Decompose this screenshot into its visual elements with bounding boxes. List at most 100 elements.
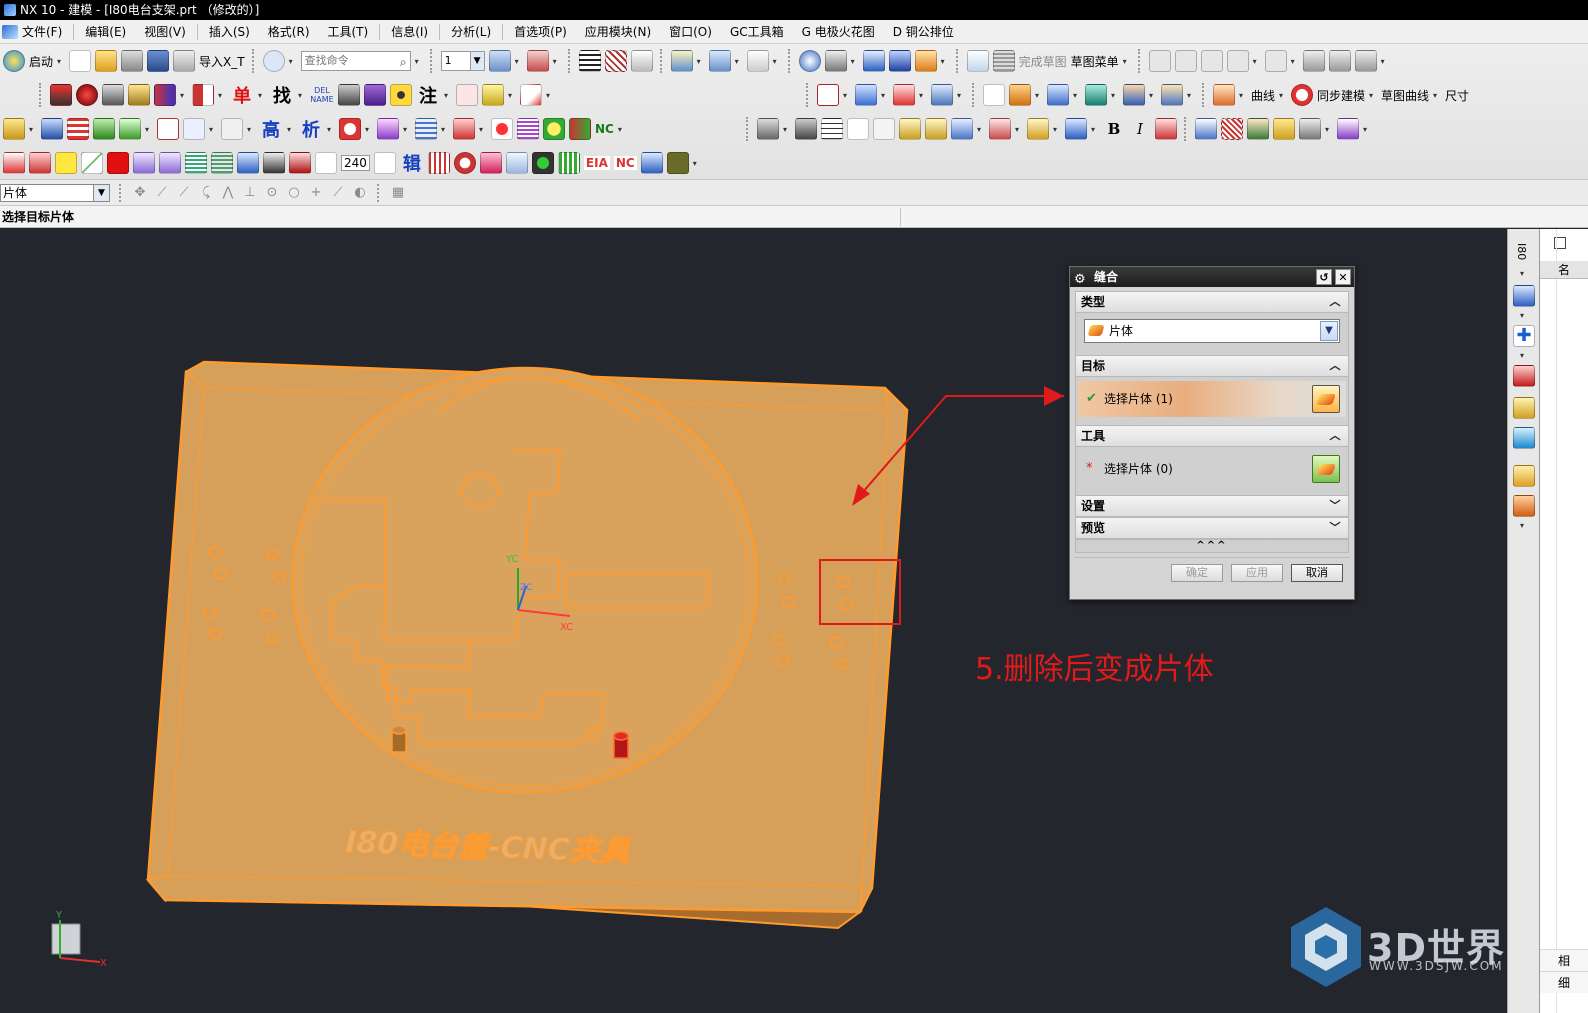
curve-button[interactable]: 曲线 xyxy=(1251,87,1275,104)
italic-button[interactable]: I xyxy=(1129,120,1151,138)
folder-icon[interactable] xyxy=(1273,118,1295,140)
sync-modeling-button[interactable]: 同步建模 xyxy=(1317,87,1365,104)
del-name-button[interactable]: DEL NAME xyxy=(310,86,334,104)
yellow-square-icon[interactable] xyxy=(55,152,77,174)
work-layer-select[interactable]: 1 ▼ xyxy=(440,51,485,71)
table-icon[interactable] xyxy=(821,118,843,140)
note-glyph-button[interactable]: 注 xyxy=(416,82,440,108)
finish-sketch-icon[interactable] xyxy=(992,50,1015,72)
diamond-icon[interactable] xyxy=(893,84,915,106)
gray-cube-icon[interactable] xyxy=(102,84,124,106)
basket-icon[interactable] xyxy=(453,118,475,140)
circular-pocket[interactable] xyxy=(291,366,759,794)
chevron-down-icon[interactable]: ▾ xyxy=(289,57,297,66)
chevron-down-icon[interactable]: ▾ xyxy=(415,57,423,66)
chevron-down-icon[interactable]: ▾ xyxy=(218,91,226,100)
menu-application[interactable]: 应用模块(N) xyxy=(576,20,660,44)
target-section-header[interactable]: 目标 ︿ xyxy=(1075,355,1349,377)
toolbar-grip[interactable] xyxy=(806,83,810,107)
red-text-box-icon[interactable] xyxy=(29,152,51,174)
hatch-grid-icon[interactable] xyxy=(604,50,627,72)
save-icon[interactable] xyxy=(147,50,170,72)
face-icon[interactable] xyxy=(543,118,565,140)
point-snap-icon[interactable] xyxy=(708,50,731,72)
sketch-icon[interactable] xyxy=(966,50,989,72)
chevron-down-icon[interactable]: ▾ xyxy=(1279,91,1287,100)
toolbar-grip[interactable] xyxy=(119,183,123,202)
navigator-related-row[interactable]: 相 xyxy=(1540,949,1588,971)
corner-curve-icon[interactable] xyxy=(1200,50,1223,72)
toolbar-grip[interactable] xyxy=(429,49,434,73)
curve-x-icon[interactable] xyxy=(746,50,769,72)
select-sheet-icon[interactable] xyxy=(1312,455,1340,483)
red-four-icon[interactable] xyxy=(315,152,337,174)
arrow-right-icon[interactable] xyxy=(133,152,155,174)
menu-format[interactable]: 格式(R) xyxy=(259,20,319,44)
reset-icon[interactable]: ↺ xyxy=(1316,269,1332,285)
grid-snap-icon[interactable]: ▦ xyxy=(390,185,406,201)
toolbar-grip[interactable] xyxy=(1137,49,1142,73)
color-icon[interactable] xyxy=(914,50,937,72)
dialog-title-bar[interactable]: ⚙ 缝合 ↺ ✕ xyxy=(1070,267,1354,287)
gray-sheet-icon[interactable] xyxy=(757,118,779,140)
sketch-curve-button[interactable]: 草图曲线 xyxy=(1381,87,1429,104)
part-navigator-icon[interactable] xyxy=(1513,365,1535,387)
collapse-dialog-button[interactable]: ^^^ xyxy=(1075,539,1349,553)
gold-block-icon[interactable] xyxy=(128,84,150,106)
on-curve-snap-icon[interactable]: ⟋ xyxy=(330,185,346,201)
pink-plate-icon[interactable] xyxy=(479,152,502,174)
chevron-down-icon[interactable]: ▾ xyxy=(1091,125,1099,134)
chevron-down-icon[interactable]: ▾ xyxy=(1253,57,1261,66)
blue-shape-icon[interactable] xyxy=(931,84,953,106)
chevron-down-icon[interactable]: ▾ xyxy=(843,91,851,100)
chevron-down-icon[interactable]: ▾ xyxy=(783,125,791,134)
search-icon[interactable]: ⌕ xyxy=(400,53,407,71)
hatch-icon[interactable] xyxy=(1221,118,1243,140)
value-240-button[interactable]: 240 xyxy=(341,155,370,171)
chevron-down-icon[interactable]: ▾ xyxy=(919,91,927,100)
print-icon[interactable] xyxy=(173,50,196,72)
annotation-icon[interactable] xyxy=(1027,118,1049,140)
chevron-down-icon[interactable]: ▾ xyxy=(1111,91,1119,100)
menu-view[interactable]: 视图(V) xyxy=(135,20,195,44)
chevron-down-icon[interactable]: ▼ xyxy=(93,184,109,201)
endpoint-snap-icon[interactable]: ⟋ xyxy=(154,185,170,201)
link-icon[interactable] xyxy=(1047,84,1069,106)
move-layer-icon[interactable] xyxy=(526,50,549,72)
chevron-down-icon[interactable]: ▾ xyxy=(1291,57,1299,66)
bold-button[interactable]: B xyxy=(1103,120,1125,138)
eraser-icon[interactable] xyxy=(377,118,399,140)
angle-icon[interactable] xyxy=(221,118,243,140)
chevron-down-icon[interactable]: ▾ xyxy=(957,91,965,100)
curve-snap-icon[interactable]: ⤹ xyxy=(198,185,214,201)
menu-copper-layout[interactable]: D 铜公排位 xyxy=(884,20,963,44)
menu-window[interactable]: 窗口(O) xyxy=(660,20,721,44)
dark-sheet-icon[interactable] xyxy=(795,118,817,140)
chevron-down-icon[interactable]: ▾ xyxy=(851,57,859,66)
box-blend-icon[interactable] xyxy=(1123,84,1145,106)
section-view-icon[interactable] xyxy=(951,118,973,140)
red-stack-icon[interactable] xyxy=(67,118,89,140)
program-sheet-icon[interactable] xyxy=(373,152,396,174)
apply-button[interactable]: 应用 xyxy=(1231,564,1283,582)
face-snap-icon[interactable]: ◐ xyxy=(352,185,368,201)
resource-tab-label[interactable]: I80 xyxy=(1515,243,1528,260)
yellow-text-icon[interactable] xyxy=(482,84,504,106)
preview-section-header[interactable]: 预览 ﹀ xyxy=(1075,517,1349,539)
chevron-down-icon[interactable]: ▾ xyxy=(1363,125,1371,134)
menu-tools[interactable]: 工具(T) xyxy=(319,20,378,44)
gold-cube-icon[interactable] xyxy=(3,118,25,140)
question-icon[interactable] xyxy=(847,118,869,140)
chevron-down-icon[interactable]: ▾ xyxy=(287,125,295,134)
chevron-down-icon[interactable]: ▾ xyxy=(735,57,743,66)
finish-sketch-label[interactable]: 完成草图 xyxy=(1019,53,1067,70)
chevron-down-icon[interactable]: ▾ xyxy=(697,57,705,66)
template-icon[interactable] xyxy=(1195,118,1217,140)
red-wire-box-icon[interactable] xyxy=(3,152,25,174)
menu-gc-toolkit[interactable]: GC工具箱 xyxy=(721,20,793,44)
stripes-icon[interactable] xyxy=(517,118,539,140)
sync-modeling-icon[interactable] xyxy=(1291,84,1314,106)
toolbar-grip[interactable] xyxy=(39,83,43,107)
analyze-glyph-button[interactable]: 析 xyxy=(299,116,323,142)
center-snap-icon[interactable]: ⊙ xyxy=(264,185,280,201)
